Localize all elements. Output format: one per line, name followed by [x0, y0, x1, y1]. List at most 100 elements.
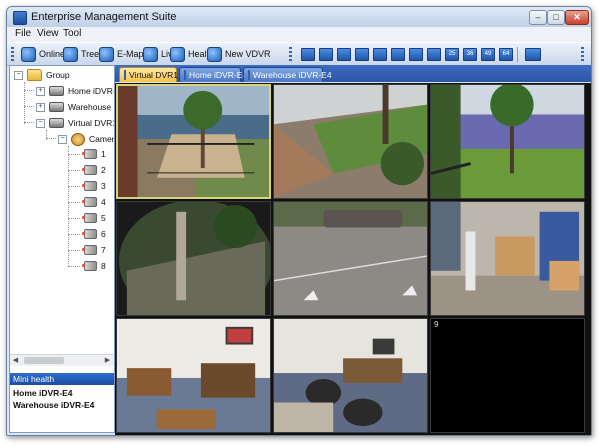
tab-label: Warehouse iDVR-E4: [253, 70, 332, 80]
layout-13-button[interactable]: [409, 48, 423, 61]
emap-label: E-Map: [117, 49, 144, 59]
tree-camera-group[interactable]: − Camera: [58, 132, 114, 146]
layout-10-button[interactable]: [391, 48, 405, 61]
camera-icon: [82, 213, 97, 223]
camera-icon: [82, 229, 97, 239]
layout-16-button[interactable]: [427, 48, 441, 61]
tab-dvr-icon: [184, 70, 186, 80]
tab-dvr-icon: [248, 70, 250, 80]
device-panel: − Group + Home iDVR-E4 + Warehouse iDVR-…: [9, 65, 115, 433]
video-cell-5[interactable]: [273, 201, 428, 316]
online-label: Online: [39, 49, 66, 59]
video-cell-7[interactable]: [116, 318, 271, 433]
camera-label: 1: [101, 149, 106, 159]
layout-25-button[interactable]: 25: [445, 48, 459, 61]
expand-icon[interactable]: +: [36, 86, 45, 96]
tree-camera-5[interactable]: 5: [82, 211, 106, 225]
tree-camera-1[interactable]: 1: [82, 147, 106, 161]
toolbar: Online Tree E-Map Live Health New VDVR 2…: [7, 42, 591, 66]
new-vdvr-label: New VDVR: [225, 49, 271, 59]
menu-view[interactable]: View: [37, 28, 59, 39]
online-icon: [21, 46, 36, 62]
tree-dvr-warehouse[interactable]: + Warehouse iDVR-E4: [36, 100, 114, 114]
tab-label: Virtual DVR1: [129, 70, 178, 80]
minimize-button[interactable]: –: [529, 10, 547, 25]
tree-camera-4[interactable]: 4: [82, 195, 106, 209]
tree-camera-7[interactable]: 7: [82, 243, 106, 257]
camera-label: 5: [101, 213, 106, 223]
layout-6-button[interactable]: [337, 48, 351, 61]
menu-file[interactable]: File: [15, 28, 31, 39]
video-cell-4[interactable]: [116, 201, 271, 316]
scroll-right-icon[interactable]: ▶: [102, 355, 113, 366]
dvr-icon: [49, 102, 64, 112]
maximize-button[interactable]: □: [547, 10, 565, 25]
layout-36-button[interactable]: 36: [463, 48, 477, 61]
video-cell-empty[interactable]: 9: [430, 318, 585, 433]
ptz-icon[interactable]: [525, 48, 541, 61]
tree-dvr-home[interactable]: + Home iDVR-E4: [36, 84, 114, 98]
camera-icon: [82, 149, 97, 159]
video-cell-2[interactable]: [273, 84, 428, 199]
layout-64-button[interactable]: 64: [499, 48, 513, 61]
video-cell-6[interactable]: [430, 201, 585, 316]
video-cell-1[interactable]: [116, 84, 271, 199]
tree-button[interactable]: Tree: [63, 46, 99, 62]
tree-dvr-warehouse-label: Warehouse iDVR-E4: [68, 102, 114, 112]
tree-horizontal-scrollbar[interactable]: ◀ ▶: [10, 354, 114, 366]
camera-feed-office-view: [117, 319, 270, 432]
tab-home-idvr[interactable]: Home iDVR-E4: [179, 67, 247, 82]
video-cell-8[interactable]: [273, 318, 428, 433]
dvr-icon: [49, 86, 64, 96]
camera-label: 6: [101, 229, 106, 239]
title-bar: Enterprise Management Suite – □ ✕: [7, 7, 591, 28]
menu-bar: File View Tool: [7, 27, 591, 42]
camera-label: 8: [101, 261, 106, 271]
layout-49-button[interactable]: 49: [481, 48, 495, 61]
mini-health-item[interactable]: Warehouse iDVR-E4: [13, 400, 94, 410]
new-vdvr-button[interactable]: New VDVR: [207, 46, 271, 62]
toolbar-grip[interactable]: [11, 47, 14, 62]
close-button[interactable]: ✕: [565, 10, 589, 25]
emap-icon: [99, 46, 114, 62]
toolbar-grip-2[interactable]: [289, 47, 292, 62]
video-cell-3[interactable]: [430, 84, 585, 199]
collapse-icon[interactable]: −: [36, 118, 45, 128]
expand-icon[interactable]: +: [36, 102, 45, 112]
camera-feed-lake-view: [431, 85, 584, 198]
folder-icon: [27, 69, 42, 81]
tab-warehouse-idvr[interactable]: Warehouse iDVR-E4: [243, 67, 332, 82]
layout-4-button[interactable]: [319, 48, 333, 61]
online-button[interactable]: Online: [21, 46, 65, 62]
scroll-left-icon[interactable]: ◀: [10, 355, 21, 366]
tab-dvr-icon: [124, 70, 126, 80]
layout-8-button[interactable]: [355, 48, 369, 61]
layout-9-button[interactable]: [373, 48, 387, 61]
toolbar-separator: [517, 47, 518, 62]
mini-health-item[interactable]: Home iDVR-E4: [13, 388, 73, 398]
camera-feed-driveway-view: [274, 85, 427, 198]
camera-feed-parking-view: [274, 202, 427, 315]
layout-1-button[interactable]: [301, 48, 315, 61]
tree-dvr-virtual[interactable]: − Virtual DVR1: [36, 116, 114, 130]
video-grid: 9: [115, 83, 591, 435]
tab-virtual-dvr1[interactable]: Virtual DVR1: [119, 67, 178, 82]
tree-camera-8[interactable]: 8: [82, 259, 106, 273]
camera-feed-warehouse-view: [431, 202, 584, 315]
tree-group-node[interactable]: − Group: [14, 68, 70, 82]
scroll-thumb[interactable]: [24, 357, 64, 364]
tree-camera-2[interactable]: 2: [82, 163, 106, 177]
dvr-icon: [49, 118, 64, 128]
app-window: Enterprise Management Suite – □ ✕ File V…: [6, 6, 592, 436]
camera-feed-entrance-view: [117, 202, 270, 315]
tree-camera-6[interactable]: 6: [82, 227, 106, 241]
tree-camera-3[interactable]: 3: [82, 179, 106, 193]
collapse-icon[interactable]: −: [14, 70, 23, 80]
emap-button[interactable]: E-Map: [99, 46, 144, 62]
camera-icon: [82, 181, 97, 191]
menu-tool[interactable]: Tool: [63, 28, 81, 39]
camera-feed-office-view-2: [274, 319, 427, 432]
camera-group-icon: [71, 132, 85, 146]
toolbar-grip-3[interactable]: [581, 47, 584, 62]
collapse-icon[interactable]: −: [58, 134, 67, 144]
